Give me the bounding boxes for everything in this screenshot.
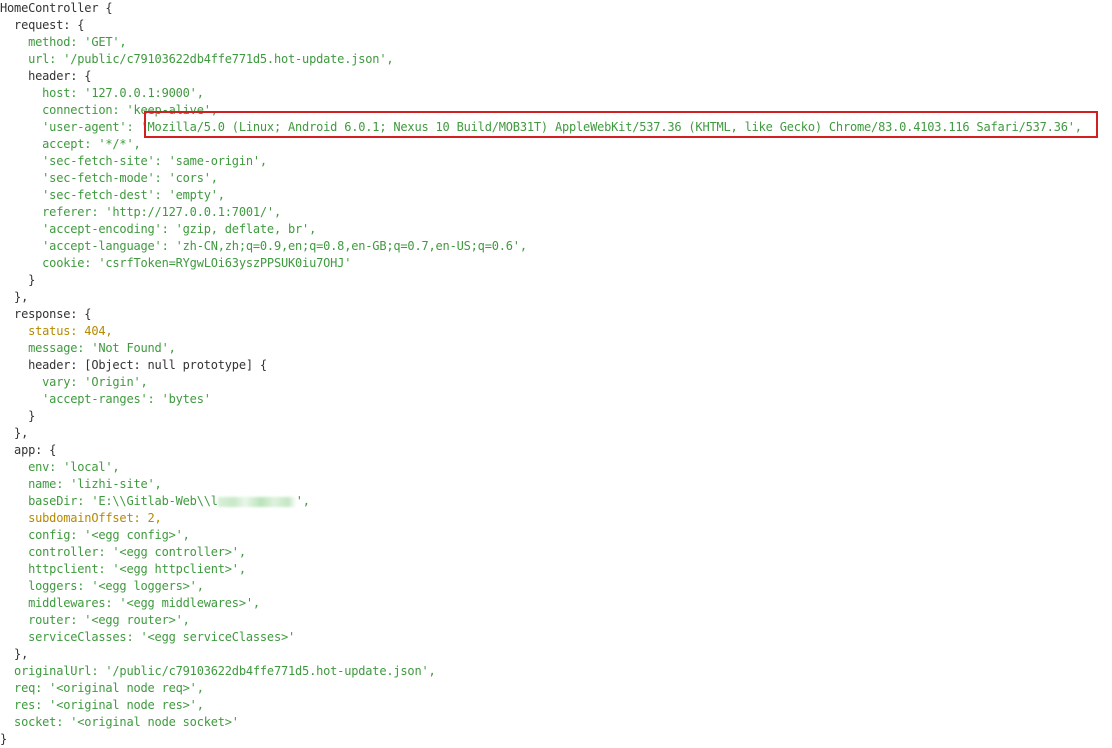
console-line: url: '/public/c79103622db4ffe771d5.hot-u… — [0, 52, 394, 66]
console-line: 'accept-ranges': 'bytes' — [0, 392, 211, 406]
redacted-path-blur — [217, 496, 296, 507]
console-line: response: { — [0, 307, 92, 321]
console-line: config: '<egg config>', — [0, 528, 190, 542]
console-line: env: 'local', — [0, 460, 120, 474]
console-line-user-agent: 'user-agent': 'Mozilla/5.0 (Linux; Andro… — [0, 120, 1082, 134]
console-line: } — [0, 409, 36, 423]
console-line: accept: '*/*', — [0, 137, 141, 151]
console-line: vary: 'Origin', — [0, 375, 148, 389]
console-line: header: { — [0, 69, 92, 83]
console-line: req: '<original node req>', — [0, 681, 204, 695]
console-line: method: 'GET', — [0, 35, 127, 49]
console-line: message: 'Not Found', — [0, 341, 176, 355]
console-line: router: '<egg router>', — [0, 613, 190, 627]
console-line: connection: 'keep-alive', — [0, 103, 218, 117]
console-output: HomeController { request: { method: 'GET… — [0, 0, 1112, 747]
console-line: app: { — [0, 443, 57, 457]
console-line: originalUrl: '/public/c79103622db4ffe771… — [0, 664, 436, 678]
console-line: middlewares: '<egg middlewares>', — [0, 596, 260, 610]
console-line: socket: '<original node socket>' — [0, 715, 239, 729]
console-line: request: { — [0, 18, 85, 32]
console-line: header: [Object: null prototype] { — [0, 358, 267, 372]
console-line: controller: '<egg controller>', — [0, 545, 246, 559]
console-line: 'sec-fetch-dest': 'empty', — [0, 188, 225, 202]
console-line: subdomainOffset: 2, — [0, 511, 162, 525]
console-line: } — [0, 732, 8, 746]
console-line: HomeController { — [0, 1, 113, 15]
console-line: cookie: 'csrfToken=RYgwLOi63yszPPSUK0iu7… — [0, 256, 352, 270]
console-line: } — [0, 273, 36, 287]
console-line: httpclient: '<egg httpclient>', — [0, 562, 246, 576]
console-line: host: '127.0.0.1:9000', — [0, 86, 204, 100]
console-line-basedir: baseDir: 'E:\\Gitlab-Web\\l ', — [0, 494, 310, 508]
console-line: }, — [0, 647, 29, 661]
console-line: }, — [0, 290, 29, 304]
console-line: referer: 'http://127.0.0.1:7001/', — [0, 205, 281, 219]
console-line: 'accept-language': 'zh-CN,zh;q=0.9,en;q=… — [0, 239, 527, 253]
console-line: name: 'lizhi-site', — [0, 477, 162, 491]
console-line: }, — [0, 426, 29, 440]
console-line: 'accept-encoding': 'gzip, deflate, br', — [0, 222, 317, 236]
console-line: 'sec-fetch-mode': 'cors', — [0, 171, 218, 185]
console-line: res: '<original node res>', — [0, 698, 204, 712]
console-line: 'sec-fetch-site': 'same-origin', — [0, 154, 267, 168]
console-line: loggers: '<egg loggers>', — [0, 579, 204, 593]
console-line: serviceClasses: '<egg serviceClasses>' — [0, 630, 296, 644]
console-line: status: 404, — [0, 324, 113, 338]
